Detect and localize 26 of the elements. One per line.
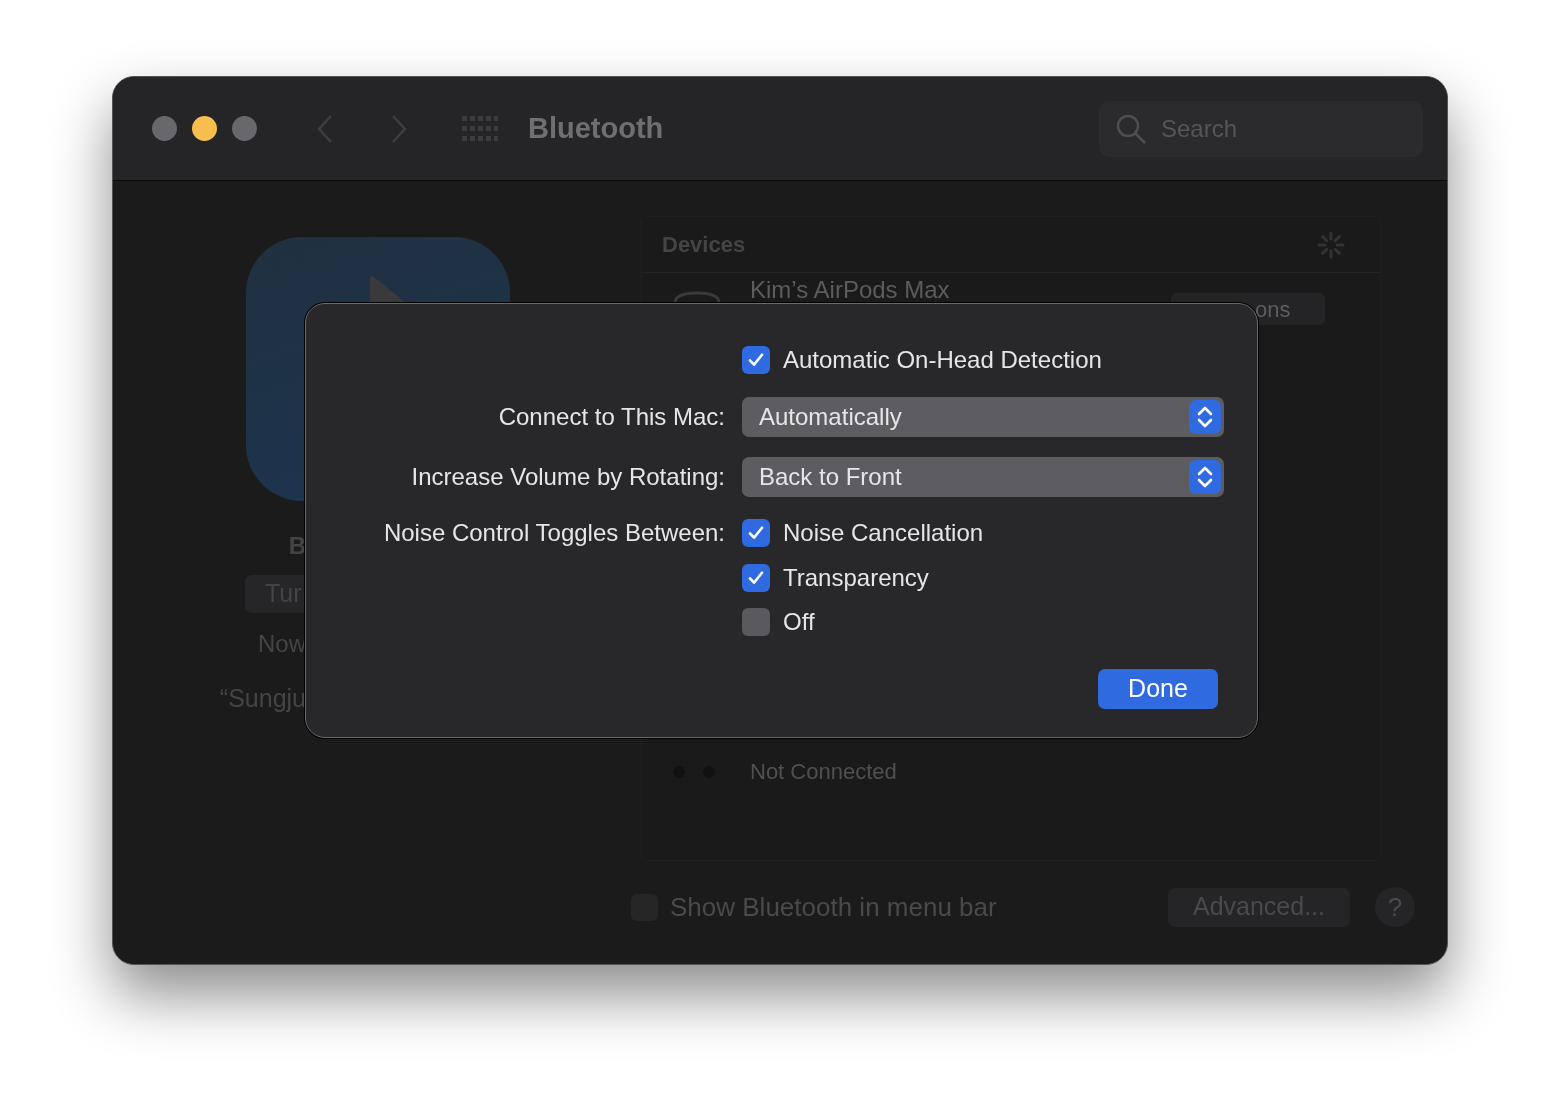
close-window-button[interactable]: [152, 116, 177, 141]
checkbox[interactable]: [742, 608, 770, 636]
zoom-window-button[interactable]: [232, 116, 257, 141]
field-label: Noise Control Toggles Between:: [382, 518, 725, 548]
checkbox[interactable]: [742, 519, 770, 547]
popup-button[interactable]: Automatically: [742, 397, 1224, 437]
window-title: Bluetooth: [528, 110, 664, 146]
checkbox[interactable]: [742, 564, 770, 592]
field-label: Increase Volume by Rotating:: [410, 462, 725, 492]
device-name: Kim’s AirPods Max: [750, 277, 950, 303]
minimize-window-button[interactable]: [192, 116, 217, 141]
chevron-updown-icon: [1189, 460, 1221, 494]
checkbox-label: Off: [783, 607, 815, 637]
checkbox-label: Noise Cancellation: [783, 518, 984, 548]
chevron-updown-icon: [1189, 400, 1221, 434]
help-button[interactable]: ?: [1375, 887, 1415, 927]
checkbox-label: Automatic On-Head Detection: [783, 345, 1102, 375]
spinner-icon: [1316, 229, 1346, 260]
checkbox-label: Transparency: [783, 563, 929, 593]
field-label: Connect to This Mac:: [497, 402, 725, 432]
done-button[interactable]: Done: [1098, 669, 1218, 709]
popup-button[interactable]: Back to Front: [742, 457, 1224, 497]
search-icon: [1115, 112, 1147, 145]
connection-status: Not Connected: [750, 758, 897, 786]
checkbox[interactable]: [742, 346, 770, 374]
headphones-icon: [672, 291, 722, 303]
